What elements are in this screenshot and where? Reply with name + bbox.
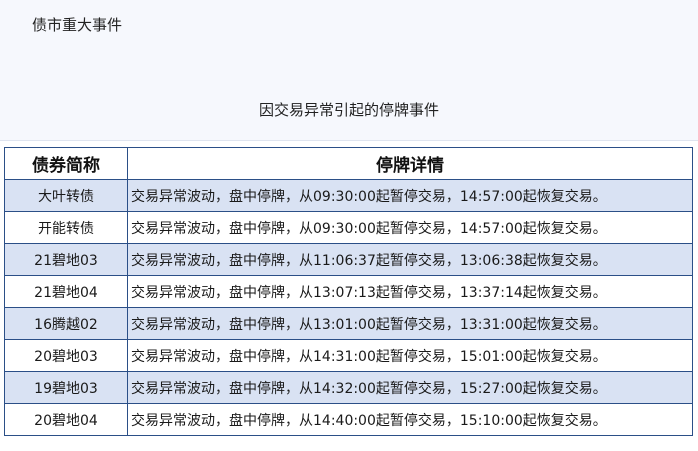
suspension-detail-cell: 交易异常波动，盘中停牌，从09:30:00起暂停交易，14:57:00起恢复交易… [127,179,693,212]
table-row: 21碧地04 交易异常波动，盘中停牌，从13:07:13起暂停交易，13:37:… [4,275,693,308]
suspension-detail-cell: 交易异常波动，盘中停牌，从11:06:37起暂停交易，13:06:38起恢复交易… [127,243,693,276]
bond-name-cell: 大叶转债 [4,179,128,212]
suspension-detail-cell: 交易异常波动，盘中停牌，从13:01:00起暂停交易，13:31:00起恢复交易… [127,307,693,340]
bond-name-cell: 19碧地03 [4,371,128,404]
bond-name-cell: 20碧地03 [4,339,128,372]
table-row: 20碧地04 交易异常波动，盘中停牌，从14:40:00起暂停交易，15:10:… [4,403,693,436]
suspension-detail-cell: 交易异常波动，盘中停牌，从13:07:13起暂停交易，13:37:14起恢复交易… [127,275,693,308]
table-row: 21碧地03 交易异常波动，盘中停牌，从11:06:37起暂停交易，13:06:… [4,243,693,276]
suspension-detail-cell: 交易异常波动，盘中停牌，从09:30:00起暂停交易，14:57:00起恢复交易… [127,211,693,244]
suspension-table: 债券简称 停牌详情 大叶转债 交易异常波动，盘中停牌，从09:30:00起暂停交… [4,147,693,436]
bond-name-cell: 16腾越02 [4,307,128,340]
suspension-detail-cell: 交易异常波动，盘中停牌，从14:31:00起暂停交易，15:01:00起恢复交易… [127,339,693,372]
table-row: 大叶转债 交易异常波动，盘中停牌，从09:30:00起暂停交易，14:57:00… [4,179,693,212]
column-header-bond-name: 债券简称 [4,147,128,180]
suspension-detail-cell: 交易异常波动，盘中停牌，从14:32:00起暂停交易，15:27:00起恢复交易… [127,371,693,404]
bond-name-cell: 20碧地04 [4,403,128,436]
table-header-row: 债券简称 停牌详情 [4,147,693,180]
table-row: 开能转债 交易异常波动，盘中停牌，从09:30:00起暂停交易，14:57:00… [4,211,693,244]
column-header-suspension-detail: 停牌详情 [127,147,693,180]
header-panel: 债市重大事件 因交易异常引起的停牌事件 [0,0,698,141]
bond-name-cell: 21碧地03 [4,243,128,276]
table-row: 16腾越02 交易异常波动，盘中停牌，从13:01:00起暂停交易，13:31:… [4,307,693,340]
suspension-detail-cell: 交易异常波动，盘中停牌，从14:40:00起暂停交易，15:10:00起恢复交易… [127,403,693,436]
bond-name-cell: 21碧地04 [4,275,128,308]
table-row: 19碧地03 交易异常波动，盘中停牌，从14:32:00起暂停交易，15:27:… [4,371,693,404]
bond-name-cell: 开能转债 [4,211,128,244]
page-title: 债市重大事件 [32,16,123,34]
table-row: 20碧地03 交易异常波动，盘中停牌，从14:31:00起暂停交易，15:01:… [4,339,693,372]
table-caption: 因交易异常引起的停牌事件 [258,101,439,119]
